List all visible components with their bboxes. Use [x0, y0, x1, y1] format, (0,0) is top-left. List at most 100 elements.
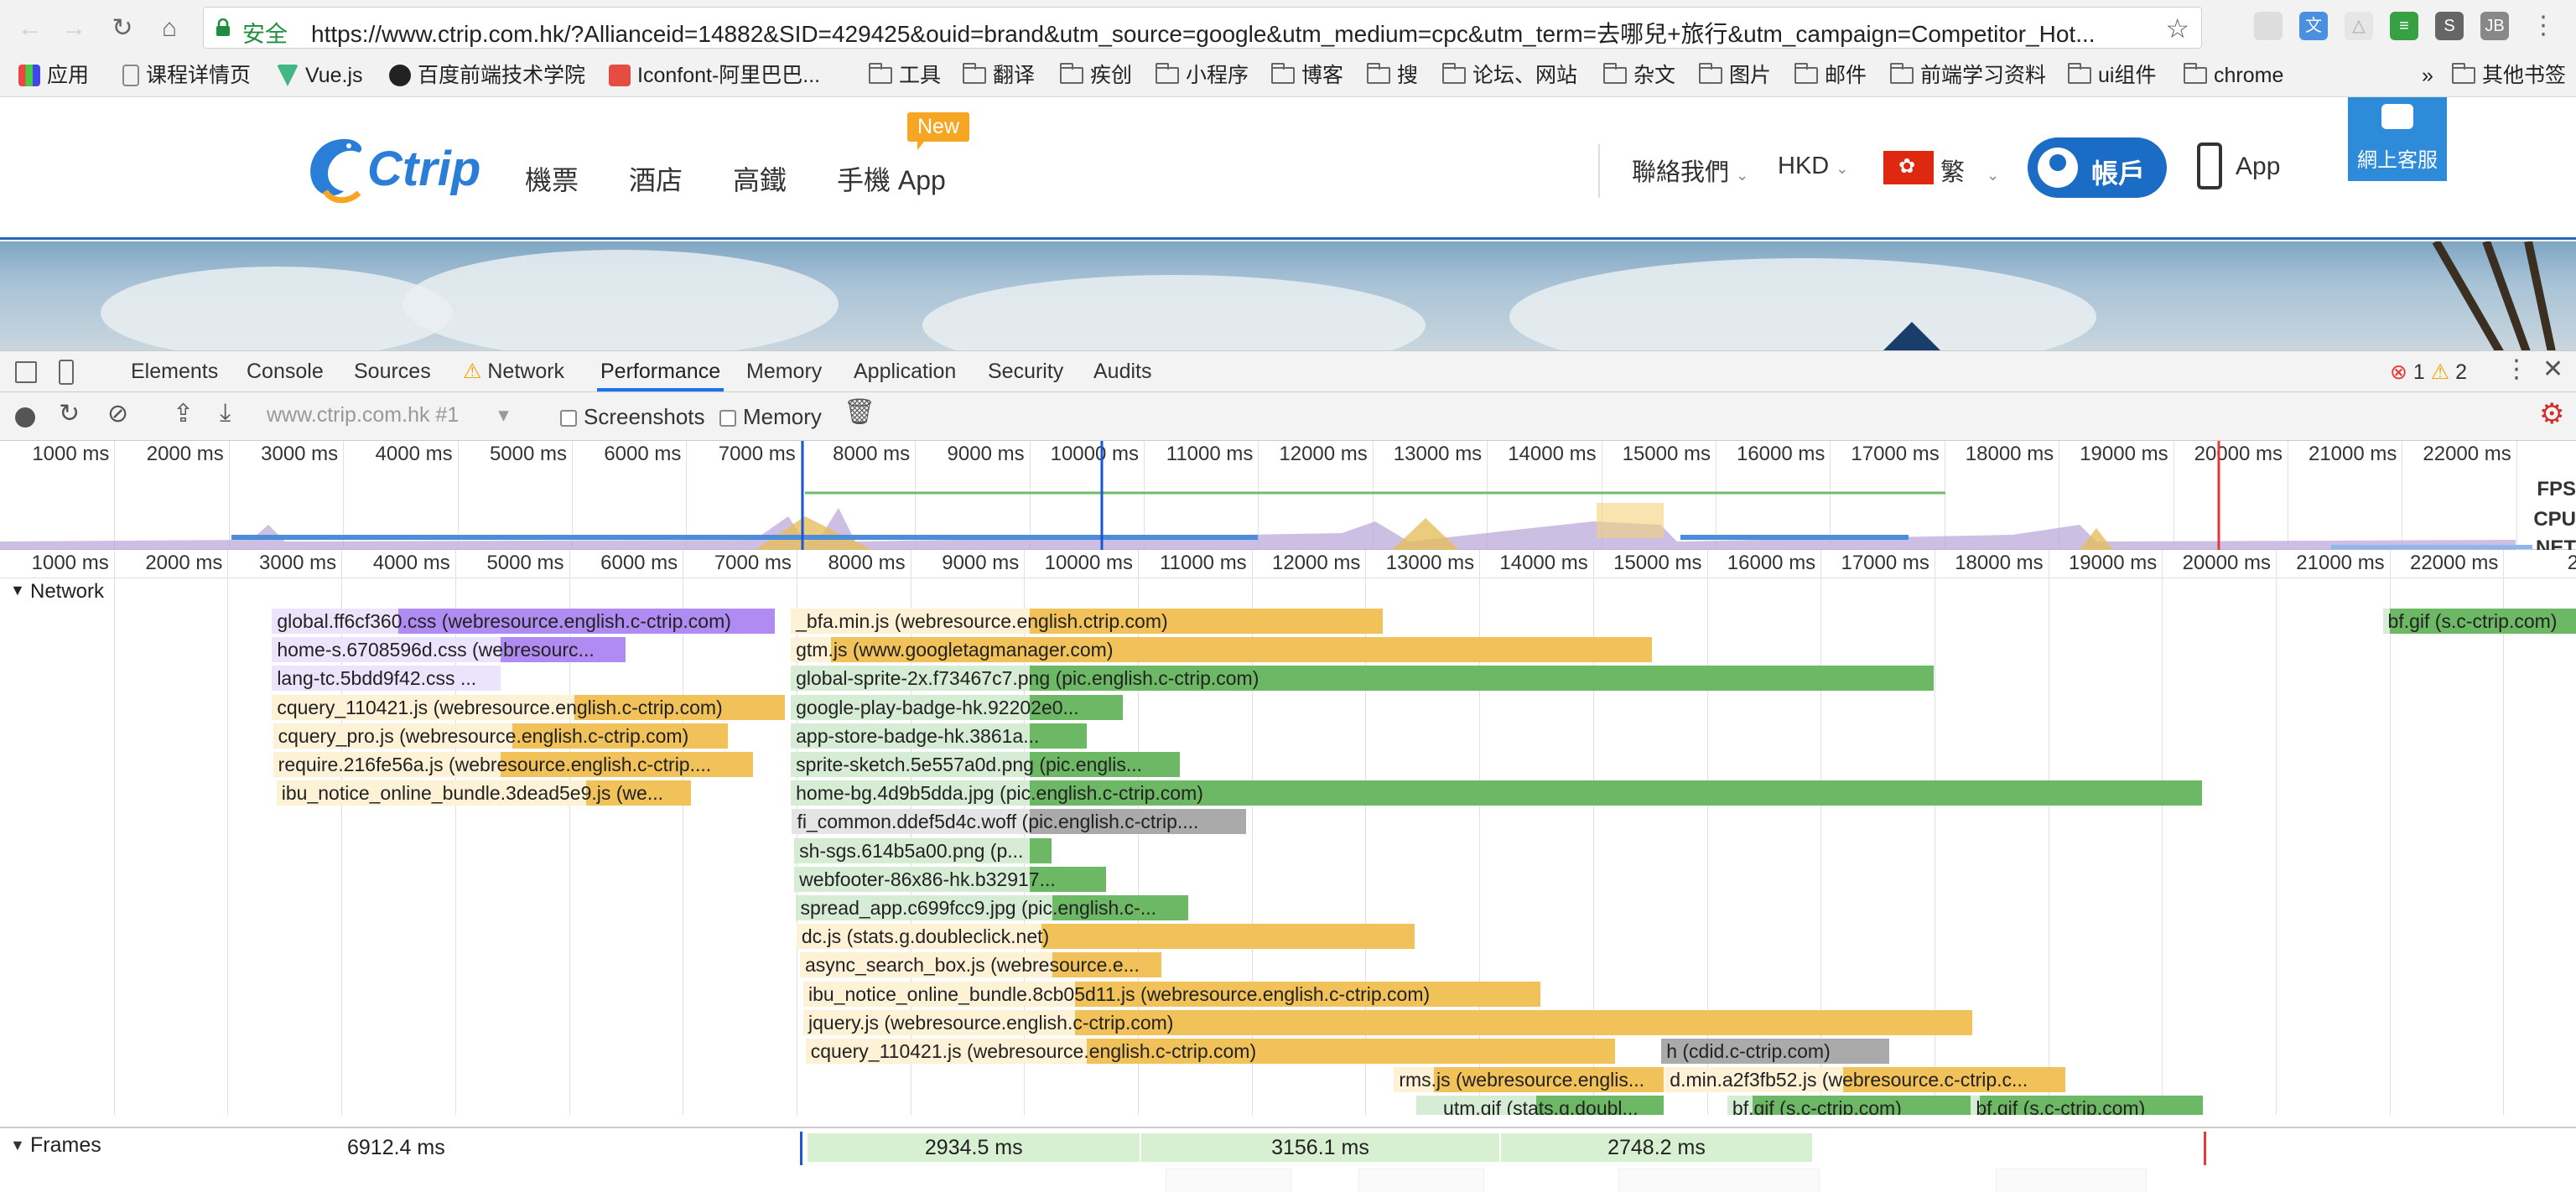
tab-audits[interactable]: Audits [1093, 351, 1151, 391]
more-bookmarks-chevron[interactable]: » [2422, 60, 2433, 91]
network-request-bar[interactable]: __utm.gif (stats.g.doubl... [1416, 1096, 1664, 1115]
bookmark-star-icon[interactable]: ☆ [2165, 13, 2189, 44]
close-devtools-icon[interactable]: ✕ [2542, 355, 2563, 384]
menu-icon[interactable]: ⋮ [2529, 12, 2558, 40]
bookmark-folder[interactable]: 疾创 [1060, 60, 1132, 91]
bookmark-folder[interactable]: 小程序 [1156, 60, 1249, 91]
contact-dropdown[interactable]: 聯絡我們 ⌄ [1632, 153, 1748, 188]
network-request-bar[interactable]: google-play-badge-hk.92202e0... [791, 694, 1124, 720]
network-request-bar[interactable]: cquery_pro.js (webresource.english.c-ctr… [273, 723, 729, 749]
frame-segment[interactable]: 3156.1 ms [1141, 1133, 1501, 1162]
network-request-bar[interactable]: cquery_110421.js (webresource.english.c-… [805, 1039, 1615, 1064]
bookmark-folder-other[interactable]: 其他书签 [2452, 60, 2566, 91]
reload-icon[interactable]: ↻ [104, 10, 141, 47]
account-button[interactable]: 帳戶 [2028, 137, 2167, 198]
tab-performance[interactable]: Performance [597, 351, 724, 391]
extension-icon[interactable] [2254, 12, 2283, 40]
reload-profile-icon[interactable]: ↻ [59, 399, 80, 428]
tab-network[interactable]: ⚠ Network [463, 351, 564, 391]
network-request-bar[interactable]: lang-tc.5bdd9f42.css ... [272, 666, 501, 692]
target-select[interactable]: www.ctrip.com.hk #1 ▾ [267, 402, 509, 428]
nav-flights[interactable]: 機票 [525, 159, 579, 198]
url-text[interactable]: https://www.ctrip.com.hk/?Allianceid=148… [311, 16, 2139, 49]
address-bar[interactable]: 安全 https://www.ctrip.com.hk/?Allianceid=… [203, 7, 2202, 49]
network-request-bar[interactable]: global-sprite-2x.f73467c7.png (pic.engli… [791, 666, 1934, 692]
clear-icon[interactable]: ⊘ [107, 399, 128, 428]
frames-track[interactable]: ▼ Frames 6912.4 ms 2934.5 ms 3156.1 ms 2748… [0, 1127, 2576, 1192]
network-request-bar[interactable]: home-bg.4d9b5dda.jpg (pic.english.c-ctri… [791, 780, 2202, 806]
memory-checkbox[interactable]: Memory [719, 404, 822, 430]
tab-memory[interactable]: Memory [746, 351, 822, 391]
device-toolbar-icon[interactable] [59, 360, 74, 385]
error-warning-counter[interactable]: ⊗ 1 ⚠ 2 [2390, 360, 2467, 385]
home-icon[interactable]: ⌂ [151, 10, 188, 47]
devtools-menu-icon[interactable]: ⋮ [2504, 355, 2529, 384]
network-request-bar[interactable]: bf.gif (s.c-ctrip.com) [2382, 609, 2576, 634]
bookmark-folder[interactable]: 博客 [1271, 60, 1343, 91]
bookmark-apps[interactable]: 应用 [18, 60, 89, 91]
tab-console[interactable]: Console [247, 351, 324, 391]
network-request-bar[interactable]: app-store-badge-hk.3861a... [791, 723, 1087, 749]
app-link[interactable]: App [2236, 153, 2280, 181]
network-flame-chart[interactable]: ▼ Network global.ff6cf360.css (webresourc… [0, 578, 2576, 1115]
extension-icon[interactable]: JB [2480, 12, 2509, 40]
bookmark-item[interactable]: Vue.js [277, 60, 363, 91]
network-request-bar[interactable]: rms.js (webresource.englis... [1394, 1067, 1664, 1093]
bookmark-folder[interactable]: 杂文 [1603, 60, 1675, 91]
phone-icon[interactable] [2197, 143, 2222, 189]
network-request-bar[interactable]: async_search_box.js (webresource.e... [799, 952, 1162, 978]
network-request-bar[interactable]: jquery.js (webresource.english.c-ctrip.c… [803, 1009, 1972, 1035]
nav-hotels[interactable]: 酒店 [629, 159, 683, 198]
network-track-header[interactable]: ▼ Network [0, 578, 2576, 609]
network-request-bar[interactable]: _bfa.min.js (webresource.english.ctrip.c… [791, 609, 1383, 634]
nav-mobile-app[interactable]: 手機 App [837, 159, 946, 198]
bookmark-folder[interactable]: 邮件 [1794, 60, 1867, 91]
network-request-bar[interactable]: cquery_110421.js (webresource.english.c-… [272, 694, 786, 720]
bookmark-folder[interactable]: 图片 [1699, 60, 1771, 91]
screenshots-checkbox[interactable]: Screenshots [560, 404, 705, 430]
bookmark-folder[interactable]: 工具 [869, 60, 941, 91]
bookmark-folder[interactable]: 翻译 [963, 60, 1035, 91]
network-request-bar[interactable]: sh-sgs.614b5a00.png (p... [794, 837, 1052, 863]
collect-garbage-icon[interactable]: 🗑 [844, 397, 875, 427]
extension-icon[interactable]: ≡ [2390, 12, 2418, 40]
inspect-element-icon[interactable] [15, 361, 37, 383]
record-icon[interactable] [15, 407, 35, 428]
currency-dropdown[interactable]: HKD ⌄ [1778, 153, 1848, 180]
network-request-bar[interactable]: sprite-sketch.5e557a0d.png (pic.englis..… [791, 752, 1181, 777]
nav-trains[interactable]: 高鐵 [733, 159, 787, 198]
bookmark-folder[interactable]: chrome [2184, 60, 2283, 91]
network-request-bar[interactable]: bf.gif (s.c-ctrip.com) [1971, 1096, 2204, 1115]
bookmark-item[interactable]: 课程详情页 [122, 60, 251, 91]
network-request-bar[interactable]: ibu_notice_online_bundle.3dead5e9.js (we… [276, 780, 691, 806]
customer-service-button[interactable]: 網上客服 [2348, 97, 2447, 181]
network-request-bar[interactable]: h (cdid.c-ctrip.com) [1661, 1039, 1889, 1064]
back-icon[interactable]: ← [12, 10, 49, 47]
settings-gear-icon[interactable]: ⚙ [2539, 397, 2564, 431]
bookmark-item[interactable]: 百度前端技术学院 [389, 60, 585, 91]
language-dropdown[interactable]: 繁 ⌄ [1940, 153, 1999, 188]
tab-sources[interactable]: Sources [354, 351, 431, 391]
network-request-bar[interactable]: global.ff6cf360.css (webresource.english… [272, 609, 776, 634]
translate-icon[interactable]: 文 [2299, 12, 2328, 40]
network-request-bar[interactable]: gtm.js (www.googletagmanager.com) [791, 637, 1653, 663]
bookmark-folder[interactable]: 搜 [1367, 60, 1418, 91]
bookmark-folder[interactable]: 前端学习资料 [1890, 60, 2046, 91]
timeline-overview[interactable]: 1000 ms 2000 ms 3000 ms 4000 ms 5000 ms 6000 … [0, 441, 2576, 559]
ctrip-logo[interactable]: Ctrip [300, 131, 480, 206]
tab-security[interactable]: Security [988, 351, 1063, 391]
frame-segment[interactable]: 2748.2 ms [1500, 1133, 1815, 1162]
bookmark-folder[interactable]: 论坛、网站 [1442, 60, 1577, 91]
network-request-bar[interactable]: webfooter-86x86-hk.b32917... [794, 866, 1106, 892]
network-request-bar[interactable]: spread_app.c699fcc9.jpg (pic.english.c-.… [795, 895, 1188, 920]
network-request-bar[interactable]: fi_common.ddef5d4c.woff (pic.english.c-c… [792, 809, 1246, 835]
network-request-bar[interactable]: dc.js (stats.g.doubleclick.net) [796, 924, 1415, 950]
network-request-bar[interactable]: require.216fe56a.js (webresource.english… [273, 752, 754, 777]
network-request-bar[interactable]: home-s.6708596d.css (webresourc... [272, 637, 626, 663]
network-request-bar[interactable]: bf.gif (s.c-ctrip.com) [1727, 1096, 1971, 1115]
forward-icon[interactable]: → [55, 10, 92, 47]
bookmark-item[interactable]: Iconfont-阿里巴巴... [609, 60, 820, 91]
bookmark-folder[interactable]: ui组件 [2068, 60, 2156, 91]
download-icon[interactable]: ⤓ [220, 399, 231, 428]
splitter-handle-icon[interactable]: ⋯ [1278, 1110, 1296, 1115]
